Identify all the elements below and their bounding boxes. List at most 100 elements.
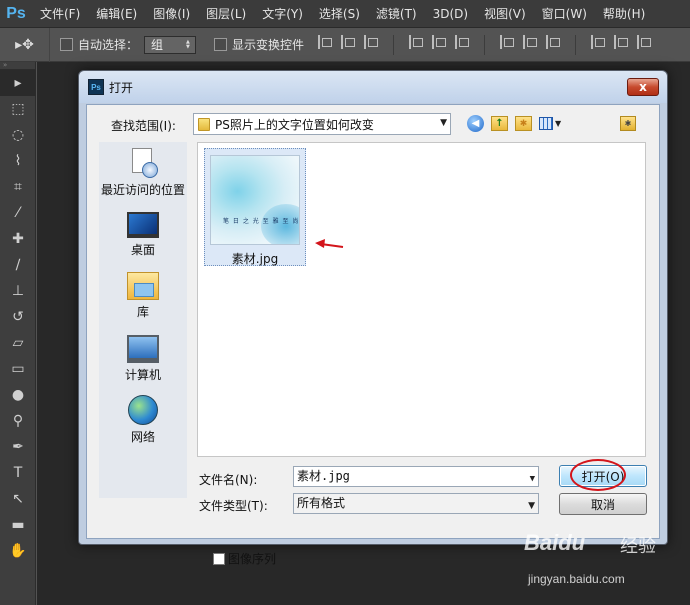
align-hcenter-icon[interactable] xyxy=(432,34,447,49)
place-libraries[interactable]: 库 xyxy=(99,272,187,320)
place-network[interactable]: 网络 xyxy=(99,395,187,445)
auto-select-checkbox[interactable] xyxy=(60,38,73,51)
place-recent[interactable]: 最近访问的位置 xyxy=(99,148,187,198)
network-icon xyxy=(128,395,158,425)
file-item[interactable]: 笔 日 之 光 至 雅 至 尚 素材.jpg xyxy=(204,148,306,266)
blur-tool-icon[interactable]: ● xyxy=(0,382,36,408)
menu-select[interactable]: 选择(S) xyxy=(311,0,368,28)
clone-stamp-tool-icon[interactable]: ⊥ xyxy=(0,278,36,304)
type-tool-icon[interactable]: T xyxy=(0,460,36,486)
file-thumbnail: 笔 日 之 光 至 雅 至 尚 xyxy=(210,155,300,245)
eraser-tool-icon[interactable]: ▱ xyxy=(0,330,36,356)
place-desktop[interactable]: 桌面 xyxy=(99,212,187,258)
auto-select-dropdown[interactable]: 组 xyxy=(144,35,197,54)
open-dialog: Ps 打开 x 查找范围(I): PS照片上的文字位置如何改变 ▼ ◀ ↑ ✱ … xyxy=(78,70,668,566)
move-tool-icon[interactable]: ▸ xyxy=(0,70,36,96)
thumbnail-text: 笔 日 之 光 至 雅 至 尚 xyxy=(223,218,300,225)
quick-select-tool-icon[interactable]: ⌇ xyxy=(0,148,36,174)
align-bottom-icon[interactable] xyxy=(364,34,379,49)
folder-icon xyxy=(198,117,210,131)
libraries-icon xyxy=(127,272,159,300)
places-bar: 最近访问的位置 桌面 库 计算机 网络 xyxy=(99,142,187,498)
menu-bar: Ps 文件(F) 编辑(E) 图像(I) 图层(L) 文字(Y) 选择(S) 滤… xyxy=(0,0,690,28)
menu-filter[interactable]: 滤镜(T) xyxy=(368,0,425,28)
align-right-icon[interactable] xyxy=(455,34,470,49)
image-sequence-checkbox[interactable] xyxy=(213,552,225,565)
file-type-dropdown[interactable]: 所有格式 ▼ xyxy=(293,493,539,514)
file-type-value: 所有格式 xyxy=(297,496,346,510)
distribute-bottom-icon[interactable] xyxy=(546,34,561,49)
brush-tool-icon[interactable]: ∕ xyxy=(0,252,36,278)
watermark-brand: 经验 xyxy=(620,536,656,557)
path-select-tool-icon[interactable]: ↖ xyxy=(0,486,36,512)
distribute-right-icon[interactable] xyxy=(637,34,652,49)
watermark-url: jingyan.baidu.com xyxy=(528,572,625,586)
place-label: 库 xyxy=(136,305,149,319)
new-folder-icon[interactable]: ✱ xyxy=(515,116,532,131)
navigation-toolbar: ◀ ↑ ✱ ▼ xyxy=(467,115,565,132)
file-name-input[interactable]: 素材.jpg ▼ xyxy=(293,466,539,487)
shape-tool-icon[interactable]: ▬ xyxy=(0,512,36,538)
toolbox: » ▸ ⬚ ◌ ⌇ ⌗ ⁄ ✚ ∕ ⊥ ↺ ▱ ▭ ● ⚲ ✒ T ↖ ▬ ✋ xyxy=(0,62,36,605)
close-button[interactable]: x xyxy=(627,78,659,96)
distribute-hcenter-icon[interactable] xyxy=(614,34,629,49)
lasso-tool-icon[interactable]: ◌ xyxy=(0,122,36,148)
dialog-title: 打开 xyxy=(109,80,134,95)
align-top-icon[interactable] xyxy=(318,34,333,49)
pen-tool-icon[interactable]: ✒ xyxy=(0,434,36,460)
menu-window[interactable]: 窗口(W) xyxy=(534,0,595,28)
align-vcenter-icon[interactable] xyxy=(341,34,356,49)
chevron-down-icon[interactable]: ▼ xyxy=(530,470,535,489)
back-icon[interactable]: ◀ xyxy=(467,115,484,132)
marquee-tool-icon[interactable]: ⬚ xyxy=(0,96,36,122)
hand-tool-icon[interactable]: ✋ xyxy=(0,538,36,564)
divider xyxy=(575,34,577,55)
dialog-body: 查找范围(I): PS照片上的文字位置如何改变 ▼ ◀ ↑ ✱ ▼ ✱ 最近访问… xyxy=(86,104,660,566)
menu-layer[interactable]: 图层(L) xyxy=(198,0,254,28)
chevron-down-icon: ▼ xyxy=(528,501,535,511)
crop-tool-icon[interactable]: ⌗ xyxy=(0,174,36,200)
menu-edit[interactable]: 编辑(E) xyxy=(88,0,145,28)
file-list-view[interactable]: 笔 日 之 光 至 雅 至 尚 素材.jpg xyxy=(197,142,646,457)
photoshop-logo: Ps xyxy=(6,4,26,22)
annotation-circle xyxy=(570,459,626,491)
show-transform-checkbox[interactable] xyxy=(214,38,228,51)
divider xyxy=(393,34,395,55)
divider xyxy=(484,34,486,55)
cancel-button[interactable]: 取消 xyxy=(559,493,647,515)
look-in-dropdown[interactable]: PS照片上的文字位置如何改变 ▼ xyxy=(193,113,451,135)
eyedropper-tool-icon[interactable]: ⁄ xyxy=(0,200,36,226)
place-computer[interactable]: 计算机 xyxy=(99,335,187,383)
file-name-value: 素材.jpg xyxy=(297,469,350,483)
favorites-folder-icon[interactable]: ✱ xyxy=(620,116,636,131)
annotation-arrow-icon xyxy=(315,239,344,248)
dodge-tool-icon[interactable]: ⚲ xyxy=(0,408,36,434)
menu-image[interactable]: 图像(I) xyxy=(145,0,198,28)
menu-help[interactable]: 帮助(H) xyxy=(595,0,653,28)
chevron-down-icon: ▼ xyxy=(440,118,447,128)
distribute-left-icon[interactable] xyxy=(591,34,606,49)
menu-type[interactable]: 文字(Y) xyxy=(254,0,311,28)
up-folder-icon[interactable]: ↑ xyxy=(491,116,508,131)
view-menu-icon[interactable]: ▼ xyxy=(539,116,565,132)
menu-view[interactable]: 视图(V) xyxy=(476,0,534,28)
move-tool-icon[interactable]: ▸✥ xyxy=(0,27,50,62)
show-transform-label: 显示变换控件 xyxy=(232,38,305,52)
image-sequence-label: 图像序列 xyxy=(228,552,277,566)
align-left-icon[interactable] xyxy=(409,34,424,49)
photoshop-icon: Ps xyxy=(88,79,104,95)
desktop-icon xyxy=(127,212,159,238)
healing-brush-tool-icon[interactable]: ✚ xyxy=(0,226,36,252)
place-label: 网络 xyxy=(130,430,155,444)
menu-3d[interactable]: 3D(D) xyxy=(425,0,476,28)
distribute-top-icon[interactable] xyxy=(500,34,515,49)
auto-select-label: 自动选择： xyxy=(78,38,139,52)
toolbox-grip[interactable]: » xyxy=(0,62,35,70)
baidu-logo: Baidu xyxy=(524,530,586,555)
history-brush-tool-icon[interactable]: ↺ xyxy=(0,304,36,330)
distribute-vcenter-icon[interactable] xyxy=(523,34,538,49)
image-sequence-option[interactable]: 图像序列 xyxy=(213,550,276,567)
menu-file[interactable]: 文件(F) xyxy=(32,0,88,28)
gradient-tool-icon[interactable]: ▭ xyxy=(0,356,36,382)
dialog-titlebar[interactable]: Ps 打开 x xyxy=(79,71,667,103)
